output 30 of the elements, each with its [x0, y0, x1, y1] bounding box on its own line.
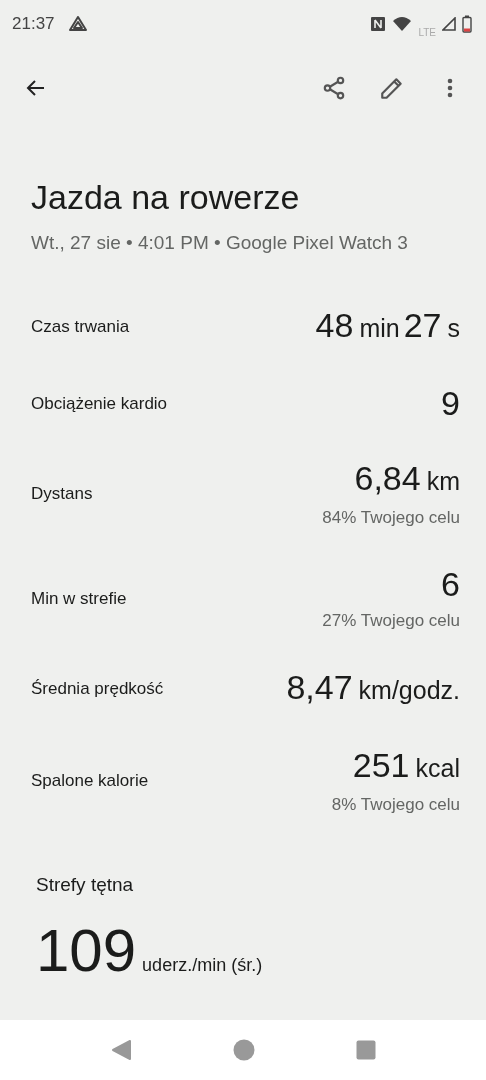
- metric-value: 9: [441, 383, 460, 424]
- metric-label: Średnia prędkość: [31, 679, 164, 699]
- metric-value: 6,84 km: [354, 458, 460, 499]
- metric-value: 6: [441, 564, 460, 605]
- metric-label: Dystans: [31, 484, 93, 504]
- back-nav-icon[interactable]: [110, 1039, 133, 1061]
- workout-title: Jazda na rowerze: [31, 177, 301, 218]
- metric-value: 48 min 27 s: [315, 305, 460, 346]
- heart-rate-unit: uderz./min (śr.): [142, 955, 263, 976]
- home-nav-icon[interactable]: [233, 1039, 255, 1061]
- workout-details: Wt., 27 sie • 4:01 PM • Google Pixel Watch 3: [31, 231, 409, 255]
- pencil-icon: [379, 75, 405, 101]
- signal-icon: [442, 17, 456, 31]
- metric-label: Obciążenie kardio: [31, 393, 168, 414]
- more-icon: [446, 76, 454, 100]
- metric-value: 251 kcal: [352, 745, 460, 786]
- section-title: Strefy tętna: [36, 874, 135, 896]
- wifi-icon: [392, 16, 413, 32]
- nfc-icon: [370, 16, 387, 32]
- recents-nav-icon[interactable]: [355, 1040, 376, 1060]
- metric-label: Czas trwania: [31, 317, 130, 337]
- metric-label: Spalone kalorie: [31, 771, 149, 791]
- network-type: LTE: [418, 26, 436, 38]
- share-icon: [321, 75, 347, 101]
- clock: 21:37: [12, 14, 55, 34]
- battery-icon: [462, 15, 472, 33]
- metric-value: 8,47 km/godz.: [286, 667, 460, 708]
- drive-icon: [68, 16, 87, 32]
- heart-rate-value: 109: [36, 916, 137, 985]
- metric-label: Min w strefie: [31, 588, 127, 609]
